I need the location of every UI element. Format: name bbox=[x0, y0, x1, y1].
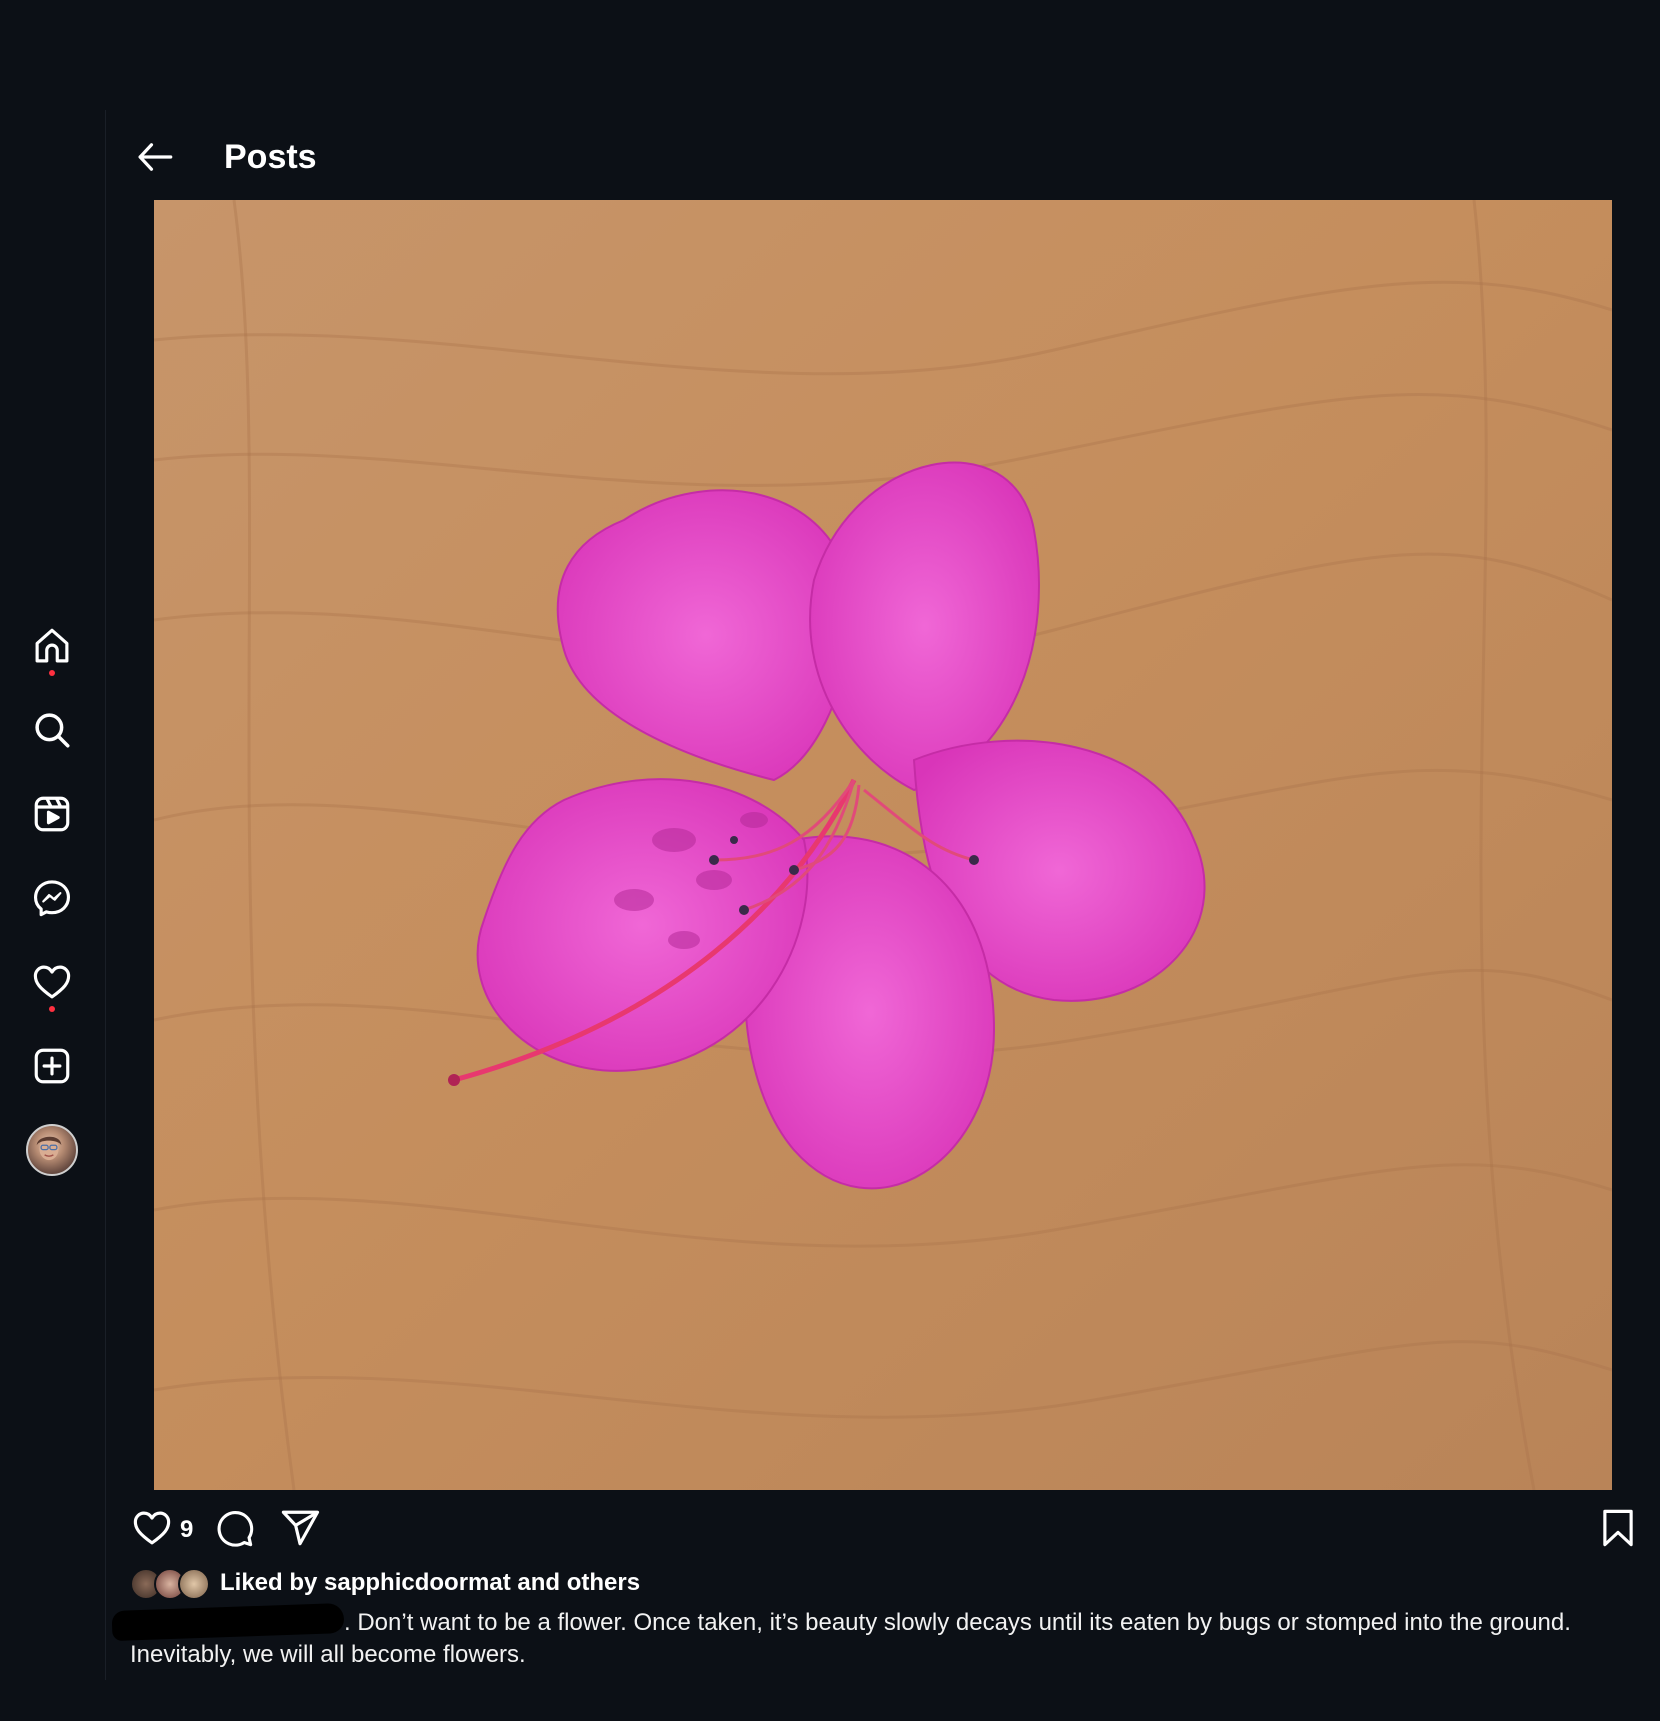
heart-icon bbox=[133, 1511, 171, 1545]
post-caption: . Don’t want to be a flower. Once taken,… bbox=[111, 1602, 1600, 1671]
bookmark-icon bbox=[1603, 1509, 1633, 1547]
like-button[interactable] bbox=[128, 1500, 176, 1556]
create-icon bbox=[34, 1048, 70, 1084]
profile-avatar bbox=[26, 1124, 78, 1176]
nav-rail bbox=[0, 110, 106, 1680]
nav-notifications[interactable] bbox=[26, 956, 78, 1012]
notifications-dot bbox=[49, 1006, 55, 1012]
send-icon bbox=[281, 1510, 320, 1546]
arrow-left-icon bbox=[138, 143, 173, 171]
nav-messenger[interactable] bbox=[26, 872, 78, 924]
heart-icon bbox=[33, 965, 71, 999]
likes-text: Liked by sapphicdoormat and others bbox=[220, 1569, 641, 1596]
search-icon bbox=[35, 713, 70, 748]
liker-avatar bbox=[178, 1568, 210, 1600]
page-title: Posts bbox=[224, 138, 317, 176]
nav-reels[interactable] bbox=[26, 788, 78, 840]
avatar-face bbox=[36, 1136, 62, 1161]
posts-header: Posts bbox=[106, 110, 1660, 200]
post-image[interactable] bbox=[154, 200, 1612, 1490]
app-window: Posts 9 Liked by sapphicdoormat and othe… bbox=[0, 0, 1660, 1721]
redacted-username bbox=[111, 1602, 345, 1642]
flower-photo bbox=[154, 200, 1612, 1490]
likes-summary[interactable]: Liked by sapphicdoormat and others bbox=[130, 1565, 640, 1601]
back-button[interactable] bbox=[130, 132, 180, 182]
post-actions: 9 bbox=[106, 1500, 1660, 1560]
home-icon bbox=[35, 628, 69, 663]
comment-icon bbox=[217, 1511, 254, 1547]
nav-home[interactable] bbox=[26, 620, 78, 676]
like-count: 9 bbox=[180, 1516, 194, 1543]
nav-create[interactable] bbox=[26, 1040, 78, 1092]
comment-button[interactable] bbox=[210, 1500, 258, 1556]
share-button[interactable] bbox=[276, 1500, 324, 1556]
messenger-icon bbox=[33, 880, 71, 917]
reels-icon bbox=[34, 796, 70, 832]
liker-avatars bbox=[130, 1568, 212, 1600]
caption-line-1: . Don’t want to be a flower. Once taken,… bbox=[344, 1609, 1571, 1636]
save-button[interactable] bbox=[1594, 1500, 1642, 1556]
nav-profile[interactable] bbox=[26, 1124, 78, 1176]
home-notification-dot bbox=[49, 670, 55, 676]
caption-line-2: Inevitably, we will all become flowers. bbox=[130, 1641, 526, 1668]
nav-search[interactable] bbox=[26, 704, 78, 756]
